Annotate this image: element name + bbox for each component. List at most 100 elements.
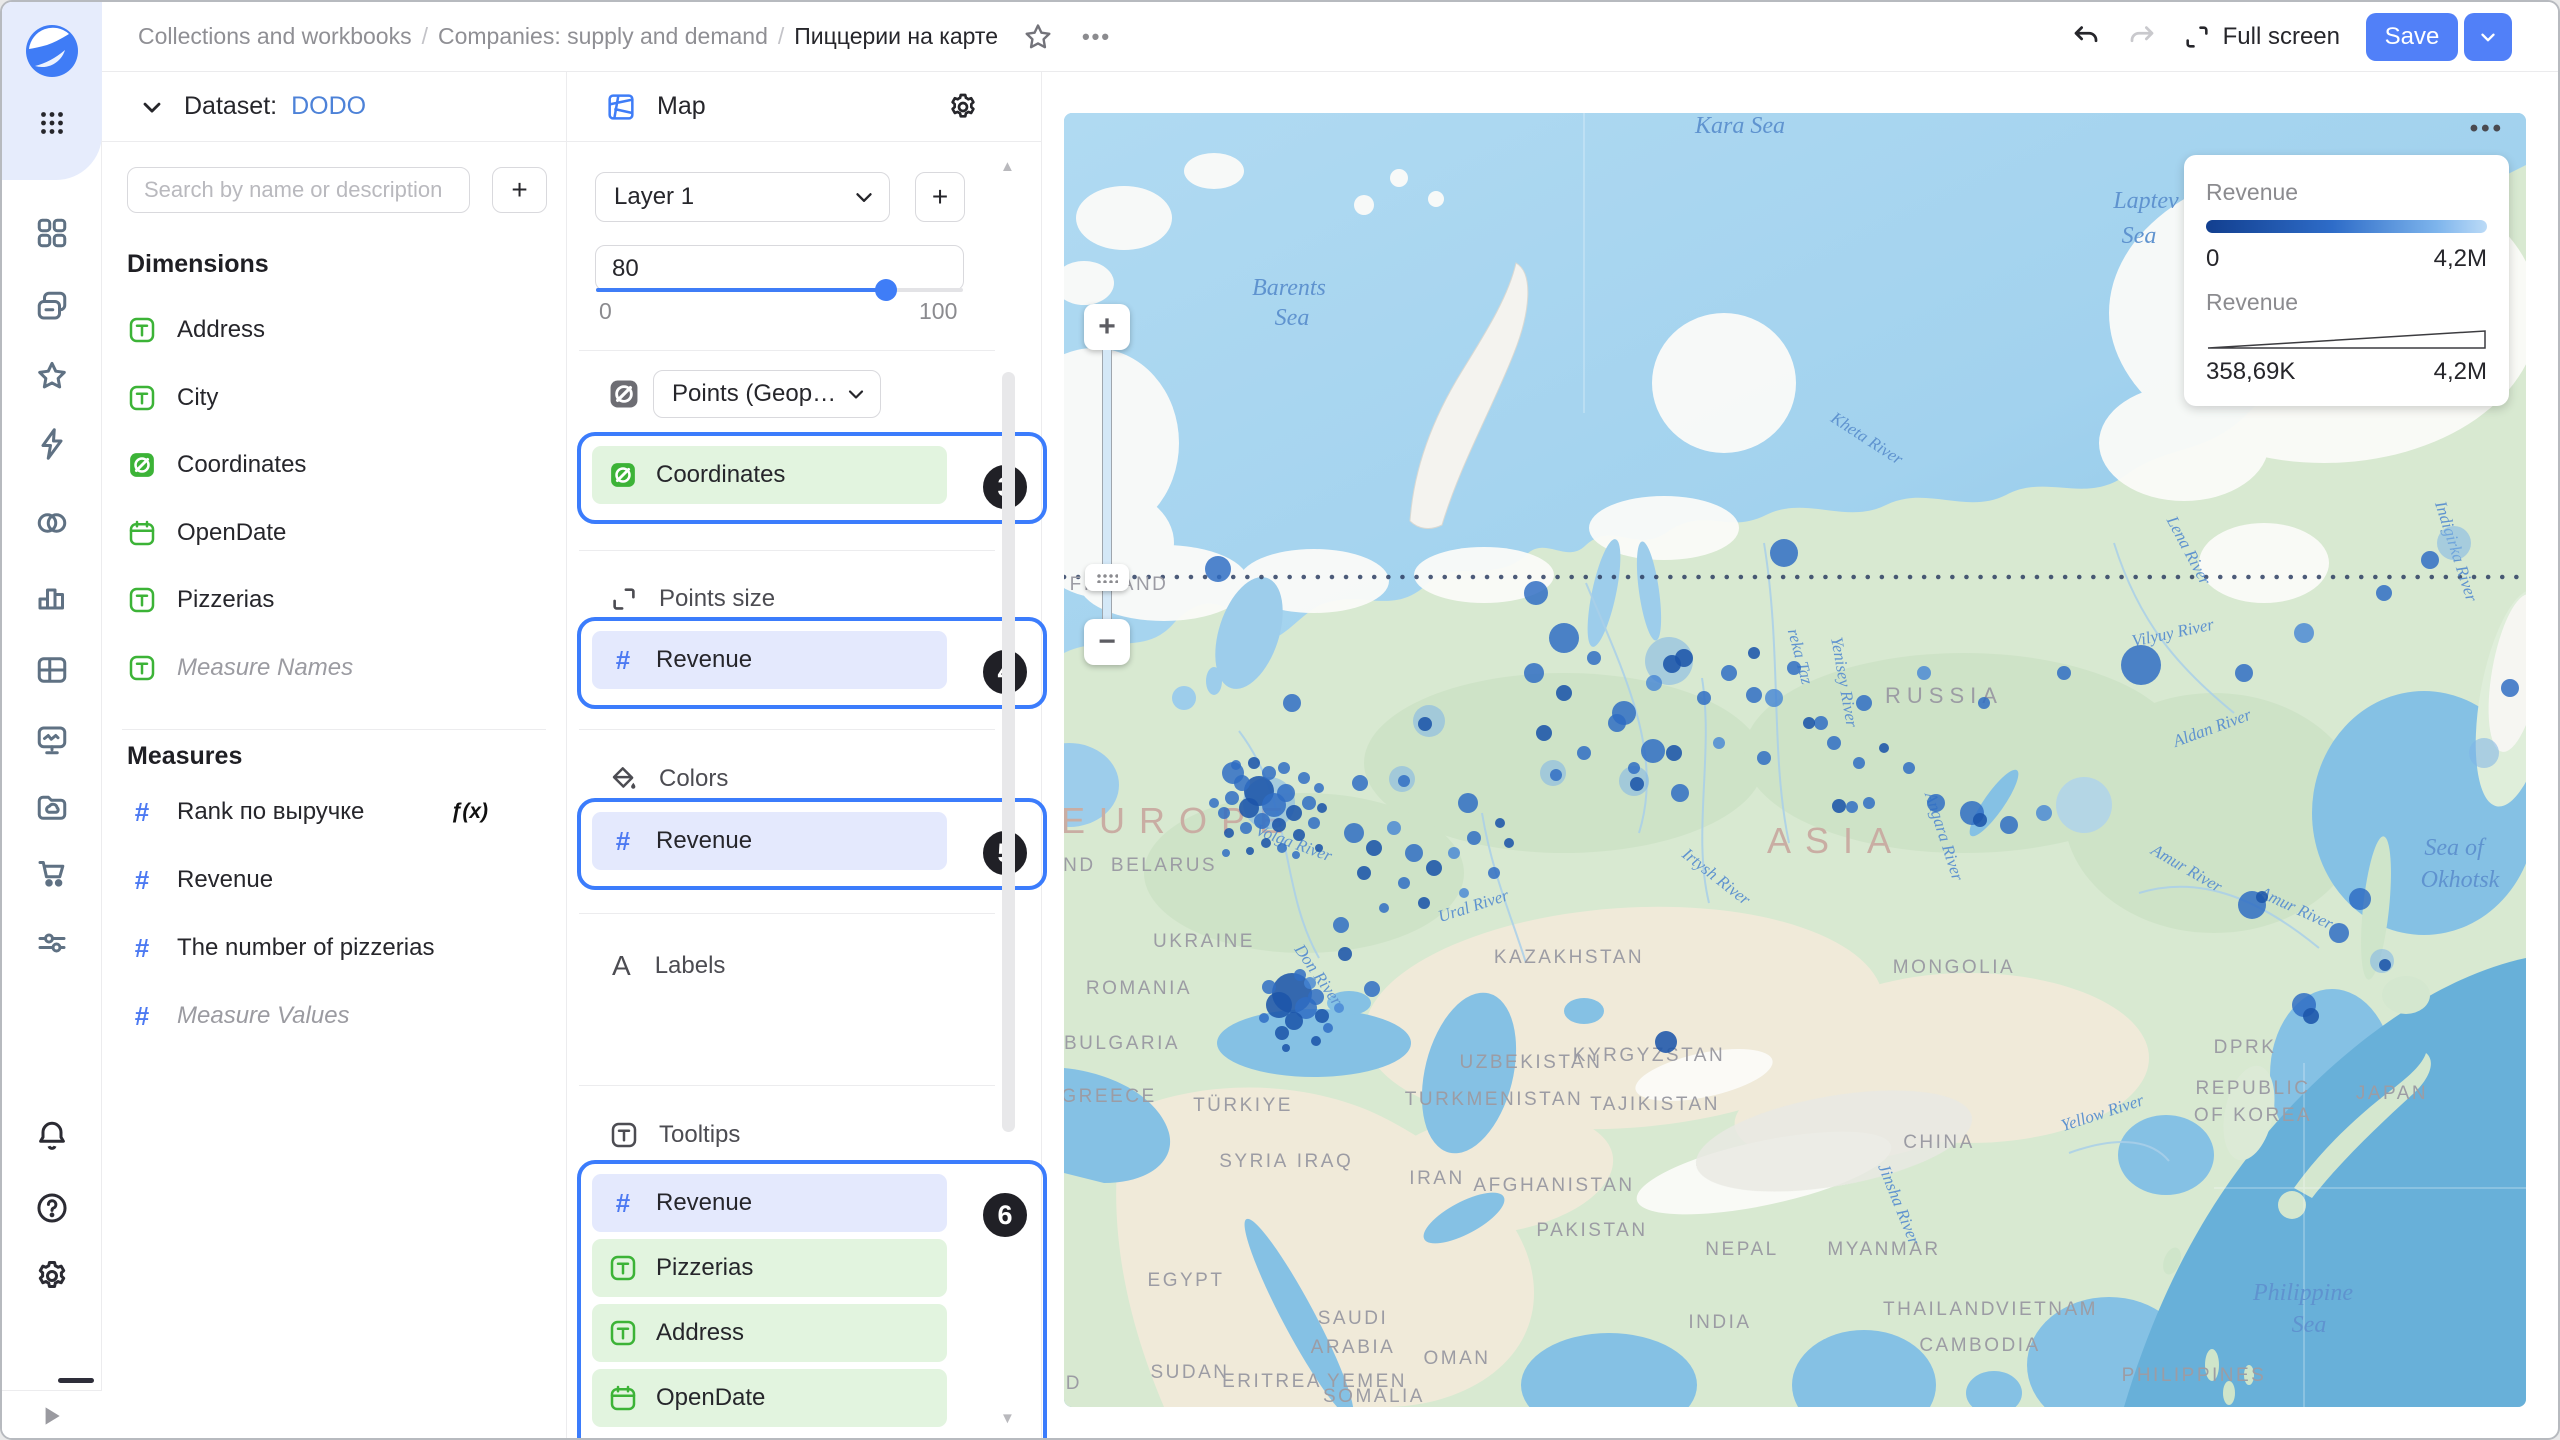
pizzeria-point[interactable] — [1903, 762, 1915, 774]
pizzeria-point[interactable] — [2057, 666, 2071, 680]
zoom-in-button[interactable]: + — [1084, 304, 1130, 350]
pizzeria-point[interactable] — [1757, 751, 1771, 765]
pizzeria-point[interactable] — [1205, 556, 1231, 582]
pizzeria-point[interactable] — [1366, 840, 1382, 856]
dimension-measure-names[interactable]: Measure Names — [102, 646, 566, 690]
pizzeria-point[interactable] — [2121, 645, 2161, 685]
layer-opacity-control[interactable]: 80 — [595, 245, 964, 301]
pizzeria-point[interactable] — [1278, 762, 1290, 774]
scroll-down-icon[interactable]: ▼ — [1000, 1410, 1015, 1427]
pizzeria-point[interactable] — [1344, 823, 1364, 843]
pizzeria-point[interactable] — [1556, 685, 1572, 701]
tooltip-field-pill-revenue[interactable]: # Revenue — [592, 1174, 947, 1232]
breadcrumb-workbook[interactable]: Companies: supply and demand — [438, 23, 768, 50]
pizzeria-point[interactable] — [1418, 717, 1432, 731]
pizzeria-point[interactable] — [1628, 762, 1640, 774]
dimension-city[interactable]: City — [102, 376, 566, 420]
pizzeria-point[interactable] — [1398, 877, 1410, 889]
pizzeria-point[interactable] — [1231, 760, 1241, 770]
add-field-button[interactable]: + — [492, 167, 547, 213]
pizzeria-point[interactable] — [1863, 797, 1875, 809]
pizzeria-point[interactable] — [1655, 1031, 1677, 1053]
pizzeria-point[interactable] — [1458, 793, 1478, 813]
tables-grid-icon[interactable] — [2, 652, 102, 688]
pizzeria-point[interactable] — [1248, 757, 1260, 769]
pizzeria-point[interactable] — [2421, 551, 2439, 569]
dataset-header[interactable]: Dataset: DODO — [102, 72, 566, 142]
pizzeria-point[interactable] — [1418, 897, 1430, 909]
pizzeria-point[interactable] — [2437, 526, 2471, 560]
favorite-star-icon[interactable] — [1022, 21, 1054, 53]
pizzeria-point[interactable] — [1495, 818, 1505, 828]
charts-bar-icon[interactable] — [2, 578, 102, 614]
notifications-bell-icon[interactable] — [2, 1118, 102, 1154]
panel-scrollbar[interactable] — [1002, 372, 1015, 1132]
pizzeria-point[interactable] — [1765, 689, 1783, 707]
pizzeria-point[interactable] — [1577, 746, 1591, 760]
pizzeria-point[interactable] — [2294, 623, 2314, 643]
pizzeria-point[interactable] — [2376, 585, 2392, 601]
marketplace-cart-icon[interactable] — [2, 855, 102, 891]
pizzeria-point[interactable] — [1398, 775, 1410, 787]
pizzeria-point[interactable] — [1294, 969, 1306, 981]
pizzeria-point[interactable] — [1832, 799, 1846, 813]
pizzeria-point[interactable] — [1587, 651, 1601, 665]
storage-folder-icon[interactable] — [2, 789, 102, 825]
pizzeria-point[interactable] — [1641, 739, 1665, 763]
pizzeria-point[interactable] — [1261, 838, 1271, 848]
pizzeria-point[interactable] — [2349, 888, 2371, 910]
pizzeria-point[interactable] — [1364, 981, 1380, 997]
pizzeria-point[interactable] — [1787, 661, 1801, 675]
pizzeria-point[interactable] — [1853, 757, 1865, 769]
pizzeria-point[interactable] — [1770, 539, 1798, 567]
measure-measure-values[interactable]: # Measure Values — [102, 994, 566, 1038]
pizzeria-point[interactable] — [1240, 822, 1252, 834]
add-layer-button[interactable]: + — [915, 172, 965, 222]
pizzeria-point[interactable] — [1209, 798, 1219, 808]
pizzeria-point[interactable] — [1272, 818, 1286, 832]
pizzeria-point[interactable] — [1630, 777, 1644, 791]
pizzeria-point[interactable] — [1612, 701, 1636, 725]
pizzeria-point[interactable] — [1488, 867, 1500, 879]
pizzeria-point[interactable] — [1315, 844, 1323, 852]
quick-lightning-icon[interactable] — [2, 426, 102, 462]
pizzeria-point[interactable] — [2501, 679, 2519, 697]
pizzeria-point[interactable] — [1266, 992, 1292, 1018]
favorites-star-icon[interactable] — [2, 358, 102, 394]
widgets-icon[interactable] — [2, 215, 102, 251]
pizzeria-point[interactable] — [1697, 691, 1711, 705]
coordinates-field-pill[interactable]: Coordinates — [592, 446, 947, 504]
map-more-icon[interactable]: ••• — [2470, 115, 2504, 143]
pizzeria-point[interactable] — [1856, 695, 1872, 711]
points-size-field-pill[interactable]: # Revenue — [592, 631, 947, 689]
pizzeria-point[interactable] — [1426, 860, 1442, 876]
pizzeria-point[interactable] — [2256, 891, 2268, 903]
chart-settings-gear-icon[interactable] — [947, 91, 979, 123]
pizzeria-point[interactable] — [1333, 917, 1349, 933]
pizzeria-point[interactable] — [1246, 847, 1254, 855]
pizzeria-point[interactable] — [1225, 791, 1239, 805]
colors-field-pill[interactable]: # Revenue — [592, 812, 947, 870]
pizzeria-point[interactable] — [1302, 796, 1316, 810]
pizzeria-point[interactable] — [2235, 664, 2253, 682]
pizzeria-point[interactable] — [1973, 813, 1987, 827]
zoom-out-button[interactable]: − — [1084, 619, 1130, 665]
pizzeria-point[interactable] — [1314, 783, 1324, 793]
measure-the-number-of-pizzerias[interactable]: # The number of pizzerias — [102, 926, 566, 970]
pizzeria-point[interactable] — [1315, 1009, 1329, 1023]
save-button[interactable]: Save — [2366, 12, 2458, 61]
pizzeria-point[interactable] — [1334, 1003, 1344, 1013]
measure-revenue[interactable]: # Revenue — [102, 858, 566, 902]
pizzeria-point[interactable] — [1448, 847, 1460, 859]
pizzeria-point[interactable] — [1504, 838, 1514, 848]
search-input[interactable] — [127, 167, 470, 213]
save-caret-button[interactable] — [2464, 12, 2512, 61]
pizzeria-point[interactable] — [1323, 1023, 1333, 1033]
pizzeria-point[interactable] — [1277, 784, 1295, 802]
pizzeria-point[interactable] — [1308, 989, 1324, 1005]
undo-icon[interactable] — [2071, 22, 2101, 52]
datalens-logo[interactable] — [2, 22, 102, 80]
pizzeria-point[interactable] — [1292, 851, 1300, 859]
pizzeria-point[interactable] — [1459, 888, 1469, 898]
pizzeria-point[interactable] — [2036, 805, 2052, 821]
